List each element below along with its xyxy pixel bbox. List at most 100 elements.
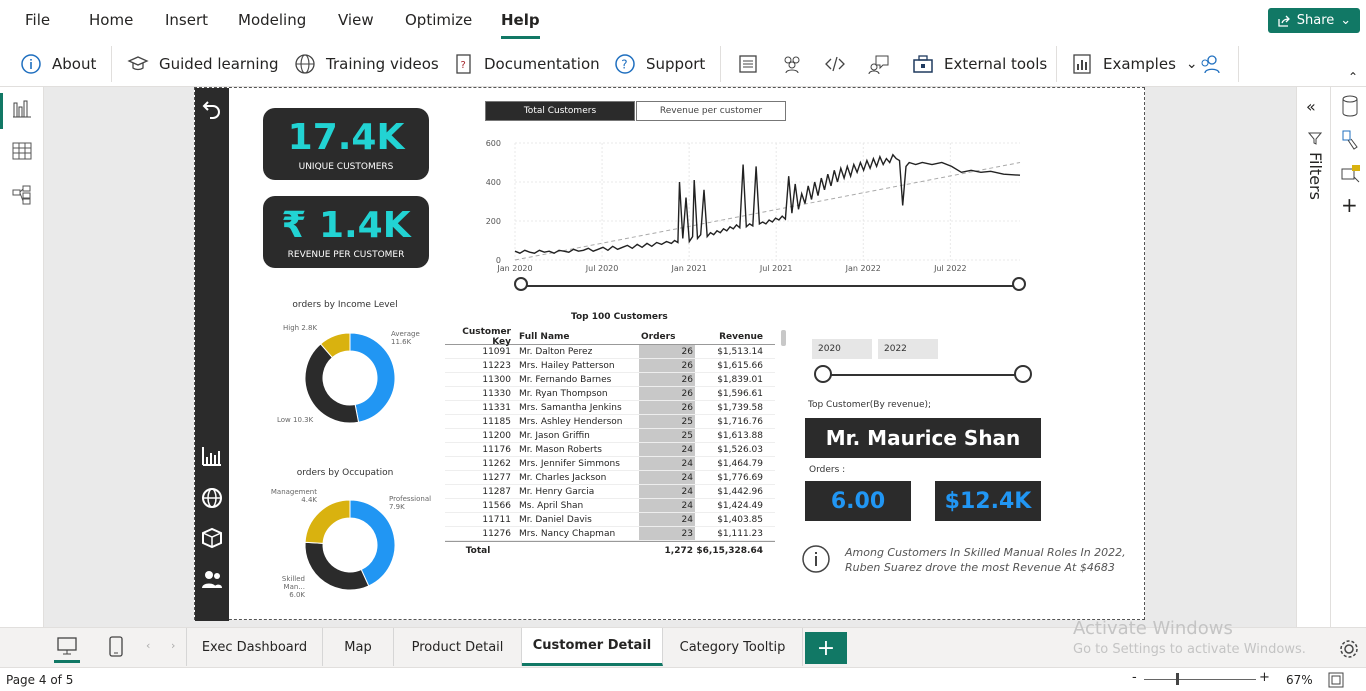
cell-revenue: $1,513.14 [717, 346, 763, 357]
col-orders[interactable]: Orders [639, 329, 695, 344]
mobile-layout-icon[interactable] [108, 636, 124, 662]
feedback-button[interactable] [868, 52, 890, 76]
guided-learning-label: Guided learning [159, 55, 279, 73]
visualizations-pane: + [1330, 87, 1366, 627]
menu-insert[interactable]: Insert [165, 11, 208, 29]
menu-home[interactable]: Home [89, 11, 133, 29]
year-to-box[interactable]: 2022 [878, 339, 938, 359]
total-revenue: $6,15,328.64 [696, 545, 763, 556]
table-row[interactable]: 11331 Mrs. Samantha Jenkins 26 $1,739.58 [445, 401, 775, 415]
zoom-slider-track[interactable] [1144, 679, 1256, 680]
user-group-icon [1199, 53, 1221, 75]
year-slider-track[interactable] [824, 374, 1024, 376]
format-brush-icon[interactable] [1340, 129, 1360, 151]
external-tools-button[interactable]: External tools [912, 52, 1047, 76]
user-button[interactable] [1199, 52, 1221, 76]
add-page-button[interactable]: + [805, 632, 847, 664]
date-slider-end-handle[interactable] [1012, 277, 1026, 291]
fit-to-page-icon[interactable] [1328, 672, 1344, 688]
developer-button[interactable] [824, 52, 846, 76]
table-row[interactable]: 11262 Mrs. Jennifer Simmons 24 $1,464.79 [445, 457, 775, 471]
community-button[interactable] [781, 52, 803, 76]
year-from-box[interactable]: 2020 [812, 339, 872, 359]
date-slider-track[interactable] [522, 285, 1020, 287]
table-row[interactable]: 11300 Mr. Fernando Barnes 26 $1,839.01 [445, 373, 775, 387]
date-slider-start-handle[interactable] [514, 277, 528, 291]
menu-help[interactable]: Help [501, 11, 540, 39]
people-icon[interactable] [200, 567, 224, 591]
menu-modeling[interactable]: Modeling [238, 11, 306, 29]
menu-view[interactable]: View [338, 11, 374, 29]
table-row[interactable]: 11176 Mr. Mason Roberts 24 $1,526.03 [445, 443, 775, 457]
table-row[interactable]: 11091 Mr. Dalton Perez 26 $1,513.14 [445, 345, 775, 359]
model-view-button[interactable] [10, 183, 34, 207]
training-videos-button[interactable]: Training videos [294, 52, 439, 76]
tab-category-tooltip[interactable]: Category Tooltip [663, 628, 803, 666]
table-row[interactable]: 11276 Mrs. Nancy Chapman 23 $1,111.23 [445, 527, 775, 541]
globe-icon[interactable] [200, 486, 224, 510]
scroll-left-icon[interactable]: ‹ [146, 639, 150, 652]
table-row[interactable]: 11223 Mrs. Hailey Patterson 26 $1,615.66 [445, 359, 775, 373]
box-icon[interactable] [200, 526, 224, 550]
cell-full-name: Mr. Fernando Barnes [519, 374, 612, 385]
tab-product-detail[interactable]: Product Detail [394, 628, 522, 666]
report-view-button[interactable] [10, 97, 34, 121]
table-row[interactable]: 11566 Ms. April Shan 24 $1,424.49 [445, 499, 775, 513]
about-button[interactable]: About [20, 52, 96, 76]
report-button[interactable] [737, 52, 759, 76]
cell-full-name: Ms. April Shan [519, 500, 584, 511]
tab-map[interactable]: Map [323, 628, 394, 666]
zoom-slider-handle[interactable] [1176, 673, 1179, 685]
menu-file[interactable]: File [25, 11, 50, 29]
table-row[interactable]: 11711 Mr. Daniel Davis 24 $1,403.85 [445, 513, 775, 527]
guided-learning-button[interactable]: Guided learning [127, 52, 279, 76]
table-row[interactable]: 11277 Mr. Charles Jackson 24 $1,776.69 [445, 471, 775, 485]
cell-orders: 25 [639, 429, 695, 442]
settings-gear-icon[interactable] [1338, 638, 1360, 660]
table-row[interactable]: 11287 Mr. Henry Garcia 24 $1,442.96 [445, 485, 775, 499]
analytics-icon[interactable] [1340, 163, 1362, 185]
cell-customer-key: 11331 [482, 402, 511, 413]
back-arrow-icon[interactable] [200, 96, 224, 120]
menu-optimize[interactable]: Optimize [405, 11, 472, 29]
table-scrollbar[interactable] [781, 330, 786, 346]
table-row[interactable]: 11200 Mr. Jason Griffin 25 $1,613.88 [445, 429, 775, 443]
cell-full-name: Mrs. Samantha Jenkins [519, 402, 622, 413]
double-chevron-left-icon[interactable]: « [1306, 97, 1316, 116]
examples-label: Examples [1103, 55, 1176, 73]
tab-customer-detail[interactable]: Customer Detail [522, 628, 663, 666]
year-slider-start-handle[interactable] [814, 365, 832, 383]
toolbox-icon [912, 53, 934, 75]
share-button[interactable]: Share ⌄ [1268, 8, 1360, 33]
support-button[interactable]: ? Support [614, 52, 705, 76]
examples-button[interactable]: Examples ⌄ [1071, 52, 1198, 76]
table-row[interactable]: 11185 Mrs. Ashley Henderson 25 $1,716.76 [445, 415, 775, 429]
add-icon[interactable]: + [1341, 193, 1358, 217]
col-revenue[interactable]: Revenue [695, 332, 767, 342]
tab-revenue-per-customer[interactable]: Revenue per customer [636, 101, 786, 121]
database-icon[interactable] [1340, 95, 1360, 117]
table-view-button[interactable] [10, 139, 34, 163]
slice-value: 7.9K [389, 503, 405, 511]
zoom-in-icon[interactable]: + [1259, 670, 1270, 685]
filters-label[interactable]: Filters [1306, 152, 1325, 200]
zoom-out-icon[interactable]: - [1132, 670, 1137, 685]
scroll-right-icon[interactable]: › [171, 639, 175, 652]
col-customer-key[interactable]: Customer Key [445, 327, 517, 347]
col-full-name[interactable]: Full Name [517, 332, 639, 342]
total-orders: 1,272 [664, 545, 693, 556]
cell-orders: 23 [639, 527, 695, 540]
desktop-layout-icon[interactable] [54, 636, 80, 663]
documentation-button[interactable]: ? Documentation [452, 52, 600, 76]
tab-exec-dashboard[interactable]: Exec Dashboard [186, 628, 323, 666]
bar-chart-icon[interactable] [200, 444, 224, 468]
cell-full-name: Mr. Daniel Davis [519, 514, 592, 525]
cell-orders: 24 [639, 513, 695, 526]
share-icon [1278, 15, 1290, 27]
tab-total-customers[interactable]: Total Customers [485, 101, 635, 121]
collapse-ribbon-icon[interactable]: ⌃ [1348, 70, 1358, 84]
cell-revenue: $1,615.66 [717, 360, 763, 371]
chevron-down-icon: ⌄ [1340, 13, 1352, 28]
year-slider-end-handle[interactable] [1014, 365, 1032, 383]
table-row[interactable]: 11330 Mr. Ryan Thompson 26 $1,596.61 [445, 387, 775, 401]
